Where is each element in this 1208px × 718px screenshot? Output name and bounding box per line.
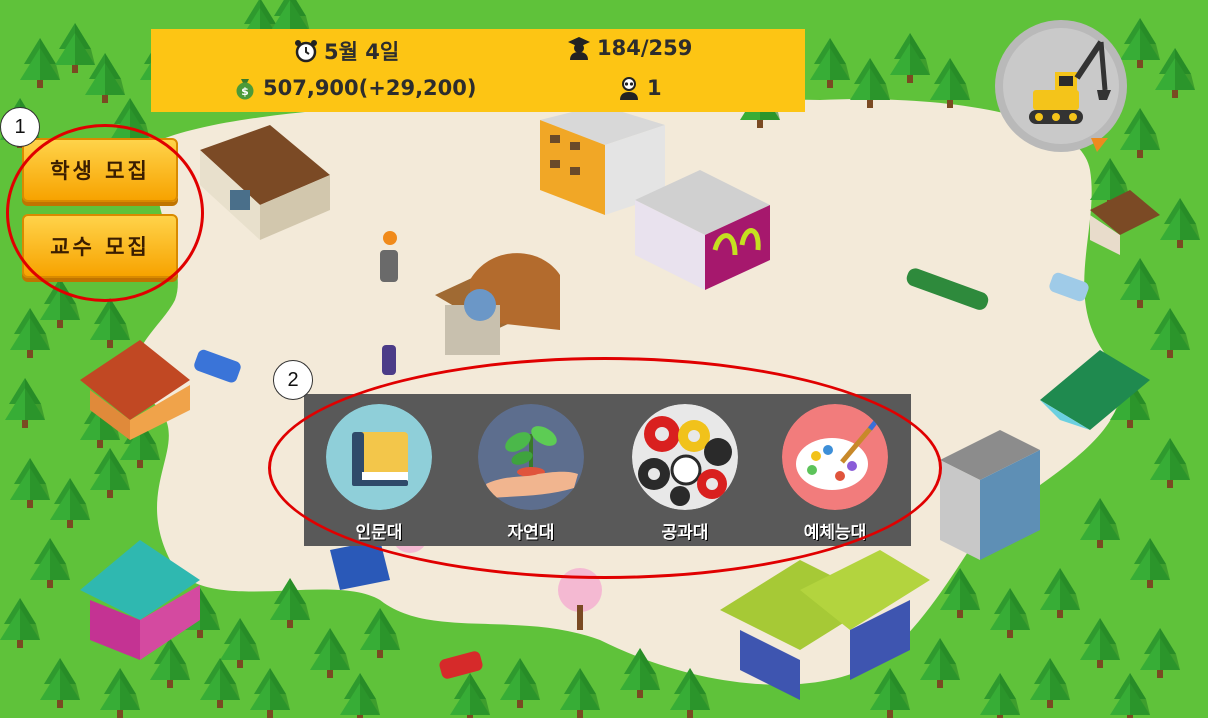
money-amount: 507,900(+29,200) — [263, 76, 477, 100]
alarm-clock-icon — [295, 40, 317, 63]
student-character — [382, 345, 396, 375]
recruit-students-button[interactable]: 학생 모집 — [22, 138, 178, 202]
college-natural-sciences[interactable]: 자연대 — [476, 404, 586, 544]
students-count: 184/259 — [597, 36, 693, 60]
college-selection-panel: 인문대 자연대 공과대 예체능대 — [304, 394, 911, 546]
college-arts-physical[interactable]: 예체능대 — [780, 404, 890, 544]
book-icon — [326, 404, 432, 510]
graduate-icon — [568, 37, 590, 60]
svg-text:$: $ — [241, 85, 249, 98]
recruit-students-label: 학생 모집 — [50, 159, 150, 183]
recruit-professors-button[interactable]: 교수 모집 — [22, 214, 178, 278]
professor-icon — [620, 77, 638, 100]
college-humanities[interactable]: 인문대 — [324, 404, 434, 544]
students-display: 184/259 — [567, 36, 692, 60]
date-display: 5월 4일 — [294, 36, 399, 66]
date-text: 5월 4일 — [324, 40, 400, 64]
build-mode-button[interactable] — [993, 20, 1133, 158]
professors-display: 1 — [617, 76, 662, 100]
paint-palette-icon — [782, 404, 888, 510]
marker-badge-1: 1 — [0, 107, 40, 147]
college-label: 인문대 — [355, 523, 403, 543]
recruit-professors-label: 교수 모집 — [50, 235, 150, 259]
professors-count: 1 — [647, 76, 662, 100]
status-bar: 5월 4일 184/259 $ 507,900(+29,200) 1 — [151, 29, 805, 112]
college-engineering[interactable]: 공과대 — [630, 404, 740, 544]
seedling-icon — [478, 404, 584, 510]
money-display: $ 507,900(+29,200) — [233, 76, 476, 100]
money-bag-icon: $ — [236, 79, 254, 100]
college-label: 공과대 — [661, 523, 709, 543]
college-label: 예체능대 — [803, 523, 867, 543]
marker-badge-2: 2 — [273, 360, 313, 400]
gears-icon — [632, 404, 738, 510]
college-label: 자연대 — [507, 523, 555, 543]
